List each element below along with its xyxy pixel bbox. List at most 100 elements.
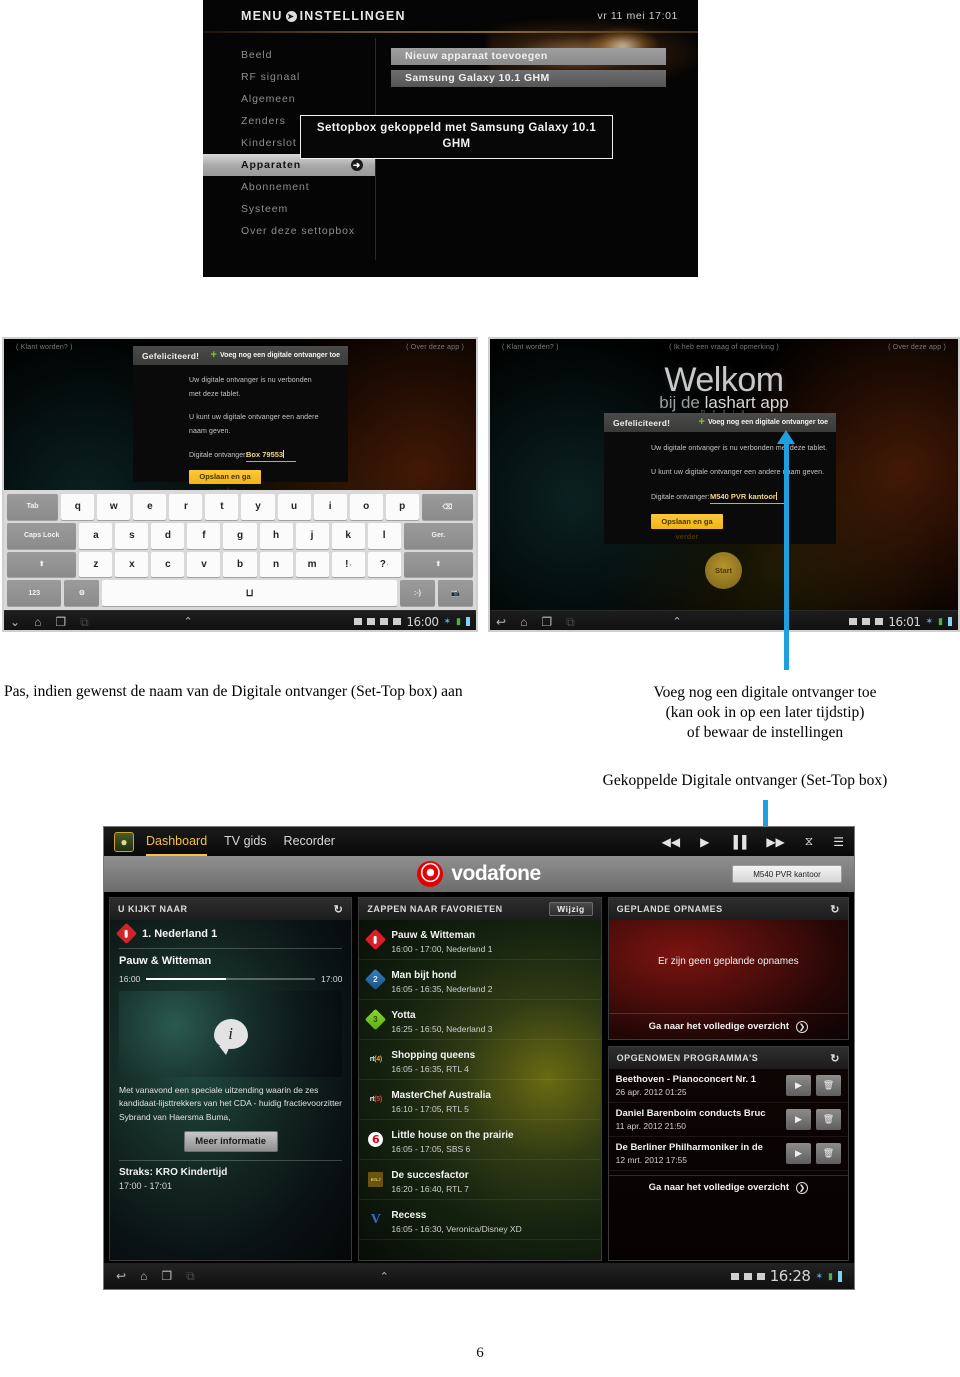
menu-icon[interactable]: ☰ [833, 835, 844, 849]
play-icon[interactable]: ▶ [700, 835, 709, 849]
key-i[interactable]: i [313, 494, 347, 520]
receiver-name-input-right[interactable]: M540 PVR kantoor [710, 492, 785, 504]
key-o[interactable]: o [349, 494, 383, 520]
stb-nav-rf-signaal[interactable]: RF signaal [203, 66, 375, 88]
list-item[interactable]: RTL7 De succesfactor 16:20 - 16:40, RTL … [359, 1160, 601, 1200]
recorded-goto-overview[interactable]: Ga naar het volledige overzicht ❯ [608, 1175, 848, 1199]
add-receiver-link-right[interactable]: + Voeg nog een digitale ontvanger toe [699, 417, 829, 428]
home-icon[interactable]: ⌂ [140, 1270, 147, 1282]
screenshot-icon[interactable]: ⧉ [186, 1270, 195, 1282]
edit-favorites-button[interactable]: Wijzig [549, 902, 593, 916]
screenshot-icon[interactable]: ⧉ [80, 616, 89, 628]
stb-nav-algemeen[interactable]: Algemeen [203, 88, 375, 110]
play-recording-button[interactable]: ▶ [785, 1109, 811, 1130]
camera-icon[interactable]: 📷 [437, 580, 474, 606]
back-icon[interactable]: ↩ [496, 616, 506, 628]
key-k[interactable]: k [331, 522, 365, 549]
key-caps-lock[interactable]: Caps Lock [7, 522, 77, 549]
stb-nav-over-settopbox[interactable]: Over deze settopbox [203, 220, 375, 242]
key-c[interactable]: c [151, 551, 185, 578]
tab-tv-gids[interactable]: TV gids [224, 834, 266, 855]
rewind-icon[interactable]: ◀◀ [662, 835, 680, 849]
key-h[interactable]: h [259, 522, 293, 549]
planned-goto-overview[interactable]: Ga naar het volledige overzicht ❯ [608, 1013, 848, 1039]
back-icon[interactable]: ↩ [116, 1270, 126, 1282]
list-item[interactable]: rt (5) MasterChef Australia 16:10 - 17:05… [359, 1080, 601, 1120]
app-logo-icon[interactable]: ● [114, 831, 134, 852]
android-keyboard[interactable]: Tab q w e r t y u i o p ⌫ Caps Lock a s … [2, 490, 478, 610]
pause-icon[interactable]: ▐▐ [729, 835, 746, 849]
shift-left-icon[interactable]: ⬆ [7, 551, 77, 578]
expand-up-icon[interactable]: ⌃ [380, 1270, 389, 1283]
program-thumbnail[interactable]: i [119, 991, 343, 1077]
key-s[interactable]: s [115, 522, 149, 549]
device-selector[interactable]: M540 PVR kantoor [732, 865, 842, 883]
table-row[interactable]: Daniel Barenboim conducts Bruc 11 apr. 2… [608, 1103, 848, 1137]
stb-nav-abonnement[interactable]: Abonnement [203, 176, 375, 198]
key-l[interactable]: l [367, 522, 401, 549]
key-p[interactable]: p [385, 494, 419, 520]
tab-recorder[interactable]: Recorder [284, 834, 335, 855]
key-a[interactable]: a [79, 522, 113, 549]
screenshot-icon[interactable]: ⧉ [566, 616, 575, 628]
list-item[interactable]: 6 Little house on the prairie 16:05 - 17… [359, 1120, 601, 1160]
link-klant-worden-right[interactable]: ( Klant worden? ) [502, 344, 559, 351]
link-klant-worden-left[interactable]: ( Klant worden? ) [16, 344, 73, 351]
key-z[interactable]: z [79, 551, 113, 578]
link-over-deze-app-right[interactable]: ( Over deze app ) [888, 344, 946, 351]
key-n[interactable]: n [259, 551, 293, 578]
key-tab[interactable]: Tab [7, 494, 59, 520]
backspace-icon[interactable]: ⌫ [421, 494, 473, 520]
stb-nav-beeld[interactable]: Beeld [203, 44, 375, 66]
recent-apps-icon[interactable]: ❐ [541, 616, 552, 628]
stb-nav-systeem[interactable]: Systeem [203, 198, 375, 220]
receiver-name-input-left[interactable]: Box 79553 [246, 450, 296, 462]
key-q[interactable]: q [61, 494, 95, 520]
add-receiver-link-left[interactable]: + Voeg nog een digitale ontvanger toe [211, 350, 341, 361]
record-timer-icon[interactable]: ⧖ [805, 834, 813, 849]
list-item[interactable]: V Recess 16:05 - 16:30, Veronica/Disney … [359, 1200, 601, 1240]
key-spacebar[interactable]: ⊔ [102, 580, 397, 606]
list-item[interactable]: 2 Man bijt hond 16:05 - 16:35, Nederland… [359, 960, 601, 1000]
home-icon[interactable]: ⌂ [34, 616, 41, 628]
key-j[interactable]: j [295, 522, 329, 549]
key-f[interactable]: f [187, 522, 221, 549]
play-recording-button[interactable]: ▶ [785, 1075, 811, 1096]
key-y[interactable]: y [241, 494, 275, 520]
key-e[interactable]: e [133, 494, 167, 520]
list-item[interactable]: rt (4) Shopping queens 16:05 - 16:35, RTL… [359, 1040, 601, 1080]
current-channel-row[interactable]: 1. Nederland 1 [115, 920, 342, 948]
key-exclamation[interactable]: !, [331, 551, 365, 578]
key-m[interactable]: m [295, 551, 329, 578]
list-item[interactable]: Pauw & Witteman 16:00 - 17:00, Nederland… [359, 920, 601, 960]
expand-up-icon[interactable]: ⌃ [673, 615, 682, 628]
key-language-ger[interactable]: Ger. [403, 522, 473, 549]
more-info-button[interactable]: Meer informatie [183, 1131, 278, 1153]
expand-up-icon[interactable]: ⌃ [184, 615, 193, 628]
delete-recording-button[interactable]: 🗑 [815, 1143, 841, 1164]
link-vraag-opmerking[interactable]: ( Ik heb een vraag of opmerking ) [669, 344, 779, 351]
key-t[interactable]: t [205, 494, 239, 520]
key-v[interactable]: v [187, 551, 221, 578]
table-row[interactable]: Beethoven - Pianoconcert Nr. 1 26 apr. 2… [608, 1069, 848, 1103]
list-item[interactable]: 3 Yotta 16:25 - 16:50, Nederland 3 [359, 1000, 601, 1040]
stb-add-device-button[interactable]: Nieuw apparaat toevoegen [391, 48, 666, 65]
recent-apps-icon[interactable]: ❐ [55, 616, 66, 628]
back-icon[interactable]: ⌄ [10, 616, 20, 628]
key-x[interactable]: x [115, 551, 149, 578]
key-b[interactable]: b [223, 551, 257, 578]
save-continue-button-left[interactable]: Opslaan en ga verder [189, 470, 261, 495]
recent-apps-icon[interactable]: ❐ [161, 1270, 172, 1282]
key-question[interactable]: ?. [367, 551, 401, 578]
link-over-deze-app-left[interactable]: ( Over deze app ) [406, 344, 464, 351]
table-row[interactable]: De Berliner Philharmoniker in de 12 mrt.… [608, 1137, 848, 1171]
start-button[interactable]: Start [705, 552, 742, 589]
home-icon[interactable]: ⌂ [520, 616, 527, 628]
stb-device-samsung-galaxy[interactable]: Samsung Galaxy 10.1 GHM [391, 70, 666, 87]
refresh-icon[interactable]: ↻ [830, 903, 840, 916]
shift-right-icon[interactable]: ⬆ [403, 551, 473, 578]
refresh-icon[interactable]: ↻ [830, 1052, 840, 1065]
tab-dashboard[interactable]: Dashboard [146, 834, 208, 856]
gear-icon[interactable]: ⚙ [64, 580, 100, 606]
key-r[interactable]: r [169, 494, 203, 520]
